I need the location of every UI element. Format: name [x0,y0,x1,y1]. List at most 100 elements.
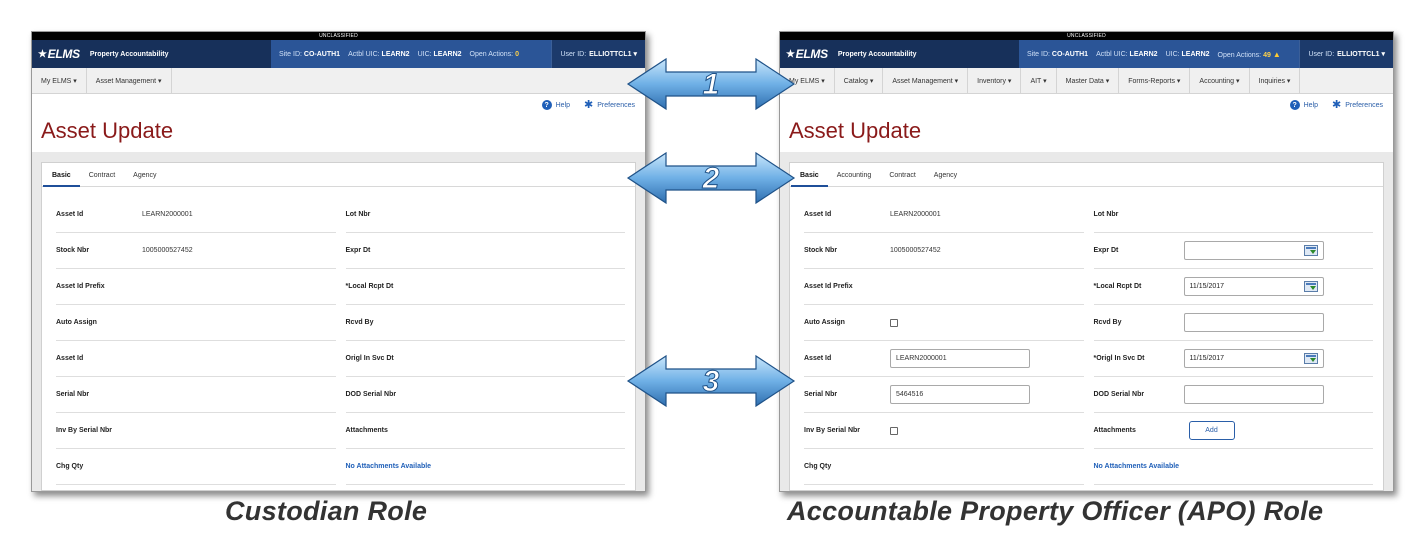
field-row: Expr Dt [345,233,625,269]
no-attachments-link[interactable]: No Attachments Available [346,463,432,470]
tab-contract[interactable]: Contract [880,172,924,186]
field-row: No Attachments Available [1093,449,1373,485]
help-icon: ? [1289,100,1300,110]
help-bar: ? Help ✱ Preferences [32,94,645,116]
comparison-arrow-3: 3 [626,353,796,409]
menu-master-data[interactable]: Master Data ▾ [1057,68,1120,93]
preferences-link[interactable]: ✱ Preferences [1332,99,1383,111]
inv-by-serial-checkbox[interactable] [890,426,898,435]
field-row: *Local Rcpt Dt [345,269,625,305]
field-row: Auto Assign [56,305,336,341]
no-attachments-link[interactable]: No Attachments Available [1094,463,1180,470]
comparison-arrow-1: 1 [626,56,796,112]
menu-inventory[interactable]: Inventory ▾ [968,68,1022,93]
calendar-icon[interactable] [1303,353,1318,364]
field-row: Inv By Serial Nbr [56,413,336,449]
site-info: Site ID: CO-AUTH1 Actbl UIC: LEARN2 UIC:… [1019,40,1300,68]
tab-basic[interactable]: Basic [791,172,828,187]
gear-icon: ✱ [584,99,594,111]
field-row: Asset Id LEARN2000001 [804,341,1084,377]
apo-role-caption: Accountable Property Officer (APO) Role [787,496,1324,526]
tab-agency[interactable]: Agency [124,172,165,186]
expr-dt-input[interactable] [1183,241,1324,260]
field-row: Asset Id Prefix [56,269,336,305]
origl-in-svc-dt-input[interactable]: 11/15/2017 [1183,349,1324,368]
user-menu[interactable]: User ID: ELLIOTTCL1 ▾ [1299,40,1393,68]
star-icon: ★ [38,48,47,60]
help-bar: ? Help ✱ Preferences [780,94,1393,116]
custodian-role-caption: Custodian Role [225,496,428,526]
menu-my-elms[interactable]: My ELMS ▾ [32,68,87,93]
asset-id-value: LEARN2000001 [142,211,193,218]
actbl-uic-value: LEARN2 [1129,50,1158,58]
content-area: Basic Contract Agency Asset Id LEARN20000… [32,152,645,491]
comparison-arrow-2: 2 [626,150,796,206]
app-title: Property Accountability [837,50,917,58]
help-icon: ? [541,100,552,110]
fields-column-right: Lot Nbr Expr Dt *Local Rcpt Dt 11/15/2017… [1093,197,1373,485]
open-actions[interactable]: Open Actions: 0 [470,51,519,58]
tab-bar: Basic Accounting Contract Agency [790,163,1383,187]
field-row: Auto Assign [804,305,1084,341]
rcvd-by-input[interactable] [1183,313,1324,332]
svg-text:3: 3 [703,365,720,398]
fields-column-left: Asset Id LEARN2000001 Stock Nbr 1005000527… [804,197,1084,485]
field-row: Lot Nbr [345,197,625,233]
auto-assign-checkbox[interactable] [890,318,898,327]
field-row: Attachments [345,413,625,449]
tab-accounting[interactable]: Accounting [828,172,881,186]
field-row: Asset Id LEARN2000001 [804,197,1084,233]
menu-ait[interactable]: AIT ▾ [1021,68,1057,93]
help-link[interactable]: ? Help [541,100,570,110]
local-rcpt-dt-input[interactable]: 11/15/2017 [1183,277,1324,296]
custodian-screenshot: UNCLASSIFIED ★ ELMS Property Accountabili… [31,31,646,492]
page-title: Asset Update [41,118,174,143]
app-title: Property Accountability [89,50,169,58]
field-row: Serial Nbr [56,377,336,413]
elms-logo[interactable]: ★ ELMS [38,47,80,61]
main-menu: My ELMS ▾ Catalog ▾ Asset Management ▾ I… [780,68,1393,94]
menu-inquiries[interactable]: Inquiries ▾ [1250,68,1301,93]
app-header: ★ ELMS Property Accountability Site ID: C… [780,40,1393,68]
field-row: Expr Dt [1093,233,1373,269]
open-actions[interactable]: Open Actions: 49 ▲ [1218,50,1281,59]
site-info: Site ID: CO-AUTH1 Actbl UIC: LEARN2 UIC:… [271,40,552,68]
fields-column-left: Asset Id LEARN2000001 Stock Nbr 1005000527… [56,197,336,485]
asset-id-input[interactable]: LEARN2000001 [890,349,1030,368]
brand: ★ ELMS Property Accountability [780,40,1019,68]
add-attachment-button[interactable]: Add [1188,421,1235,440]
help-link[interactable]: ? Help [1289,100,1318,110]
main-menu: My ELMS ▾ Asset Management ▾ [32,68,645,94]
gear-icon: ✱ [1332,99,1342,111]
uic-value: LEARN2 [433,50,462,58]
asset-id-value: LEARN2000001 [890,211,941,218]
menu-catalog[interactable]: Catalog ▾ [835,68,884,93]
tab-basic[interactable]: Basic [43,172,80,187]
field-row: *Local Rcpt Dt 11/15/2017 [1093,269,1373,305]
menu-forms-reports[interactable]: Forms-Reports ▾ [1119,68,1191,93]
classification-banner: UNCLASSIFIED [780,32,1393,40]
asset-panel: Basic Contract Agency Asset Id LEARN20000… [41,162,636,491]
field-row: No Attachments Available [345,449,625,485]
calendar-icon[interactable] [1303,245,1318,256]
menu-accounting[interactable]: Accounting ▾ [1190,68,1250,93]
brand: ★ ELMS Property Accountability [32,40,271,68]
field-row: DOD Serial Nbr [1093,377,1373,413]
svg-text:2: 2 [702,162,720,195]
asset-fields: Asset Id LEARN2000001 Stock Nbr 1005000527… [790,197,1383,485]
serial-nbr-input[interactable]: 5464516 [890,385,1030,404]
field-row: Rcvd By [1093,305,1373,341]
calendar-icon[interactable] [1303,281,1318,292]
menu-asset-management[interactable]: Asset Management ▾ [883,68,969,93]
dod-serial-nbr-input[interactable] [1183,385,1324,404]
fields-column-right: Lot Nbr Expr Dt *Local Rcpt Dt Rcvd By O… [345,197,625,485]
tab-contract[interactable]: Contract [80,172,124,186]
menu-asset-management[interactable]: Asset Management ▾ [87,68,172,93]
field-row: DOD Serial Nbr [345,377,625,413]
tab-agency[interactable]: Agency [925,172,966,186]
field-row: Lot Nbr [1093,197,1373,233]
site-id-value: CO-AUTH1 [303,50,341,58]
warning-icon: ▲ [1272,49,1281,59]
stock-nbr-value: 1005000527452 [142,247,193,254]
apo-screenshot: UNCLASSIFIED ★ ELMS Property Accountabili… [779,31,1394,492]
